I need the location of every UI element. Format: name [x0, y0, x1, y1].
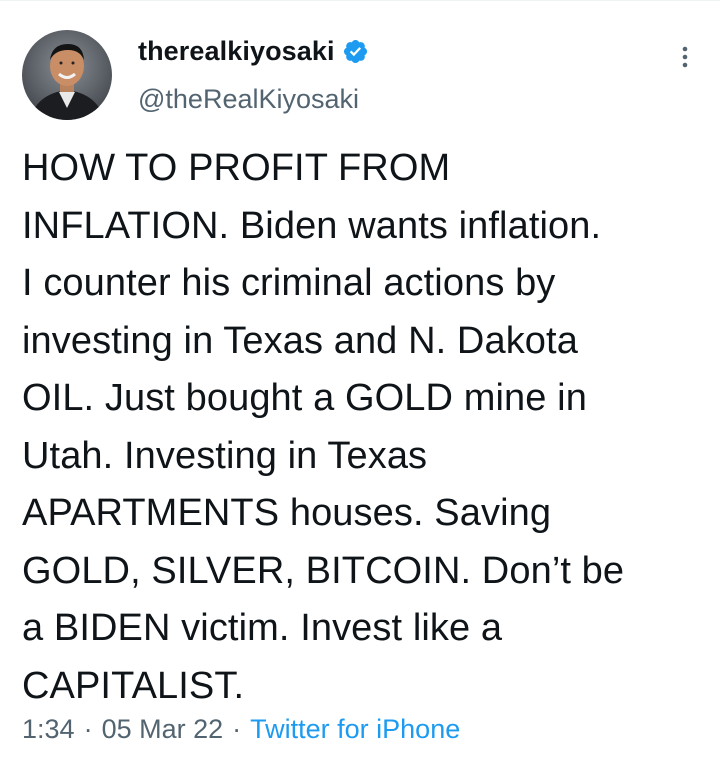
tweet-time[interactable]: 1:34 [22, 714, 75, 744]
display-name-row[interactable]: therealkiyosaki [138, 36, 369, 67]
tweet-source-link[interactable]: Twitter for iPhone [250, 714, 460, 744]
more-vertical-icon [682, 46, 688, 68]
tweet-date[interactable]: 05 Mar 22 [102, 714, 224, 744]
tweet-metadata: 1:34 · 05 Mar 22 · Twitter for iPhone [22, 714, 460, 745]
meta-separator: · [83, 714, 93, 744]
user-handle[interactable]: @theRealKiyosaki [138, 84, 359, 115]
tweet-text: HOW TO PROFIT FROM INFLATION. Biden want… [22, 147, 625, 707]
verified-badge-icon [342, 38, 369, 65]
avatar-image [22, 30, 112, 120]
top-divider [0, 0, 720, 1]
display-name[interactable]: therealkiyosaki [138, 36, 335, 67]
avatar[interactable] [22, 30, 112, 120]
more-options-button[interactable] [670, 42, 700, 72]
meta-separator: · [232, 714, 242, 744]
